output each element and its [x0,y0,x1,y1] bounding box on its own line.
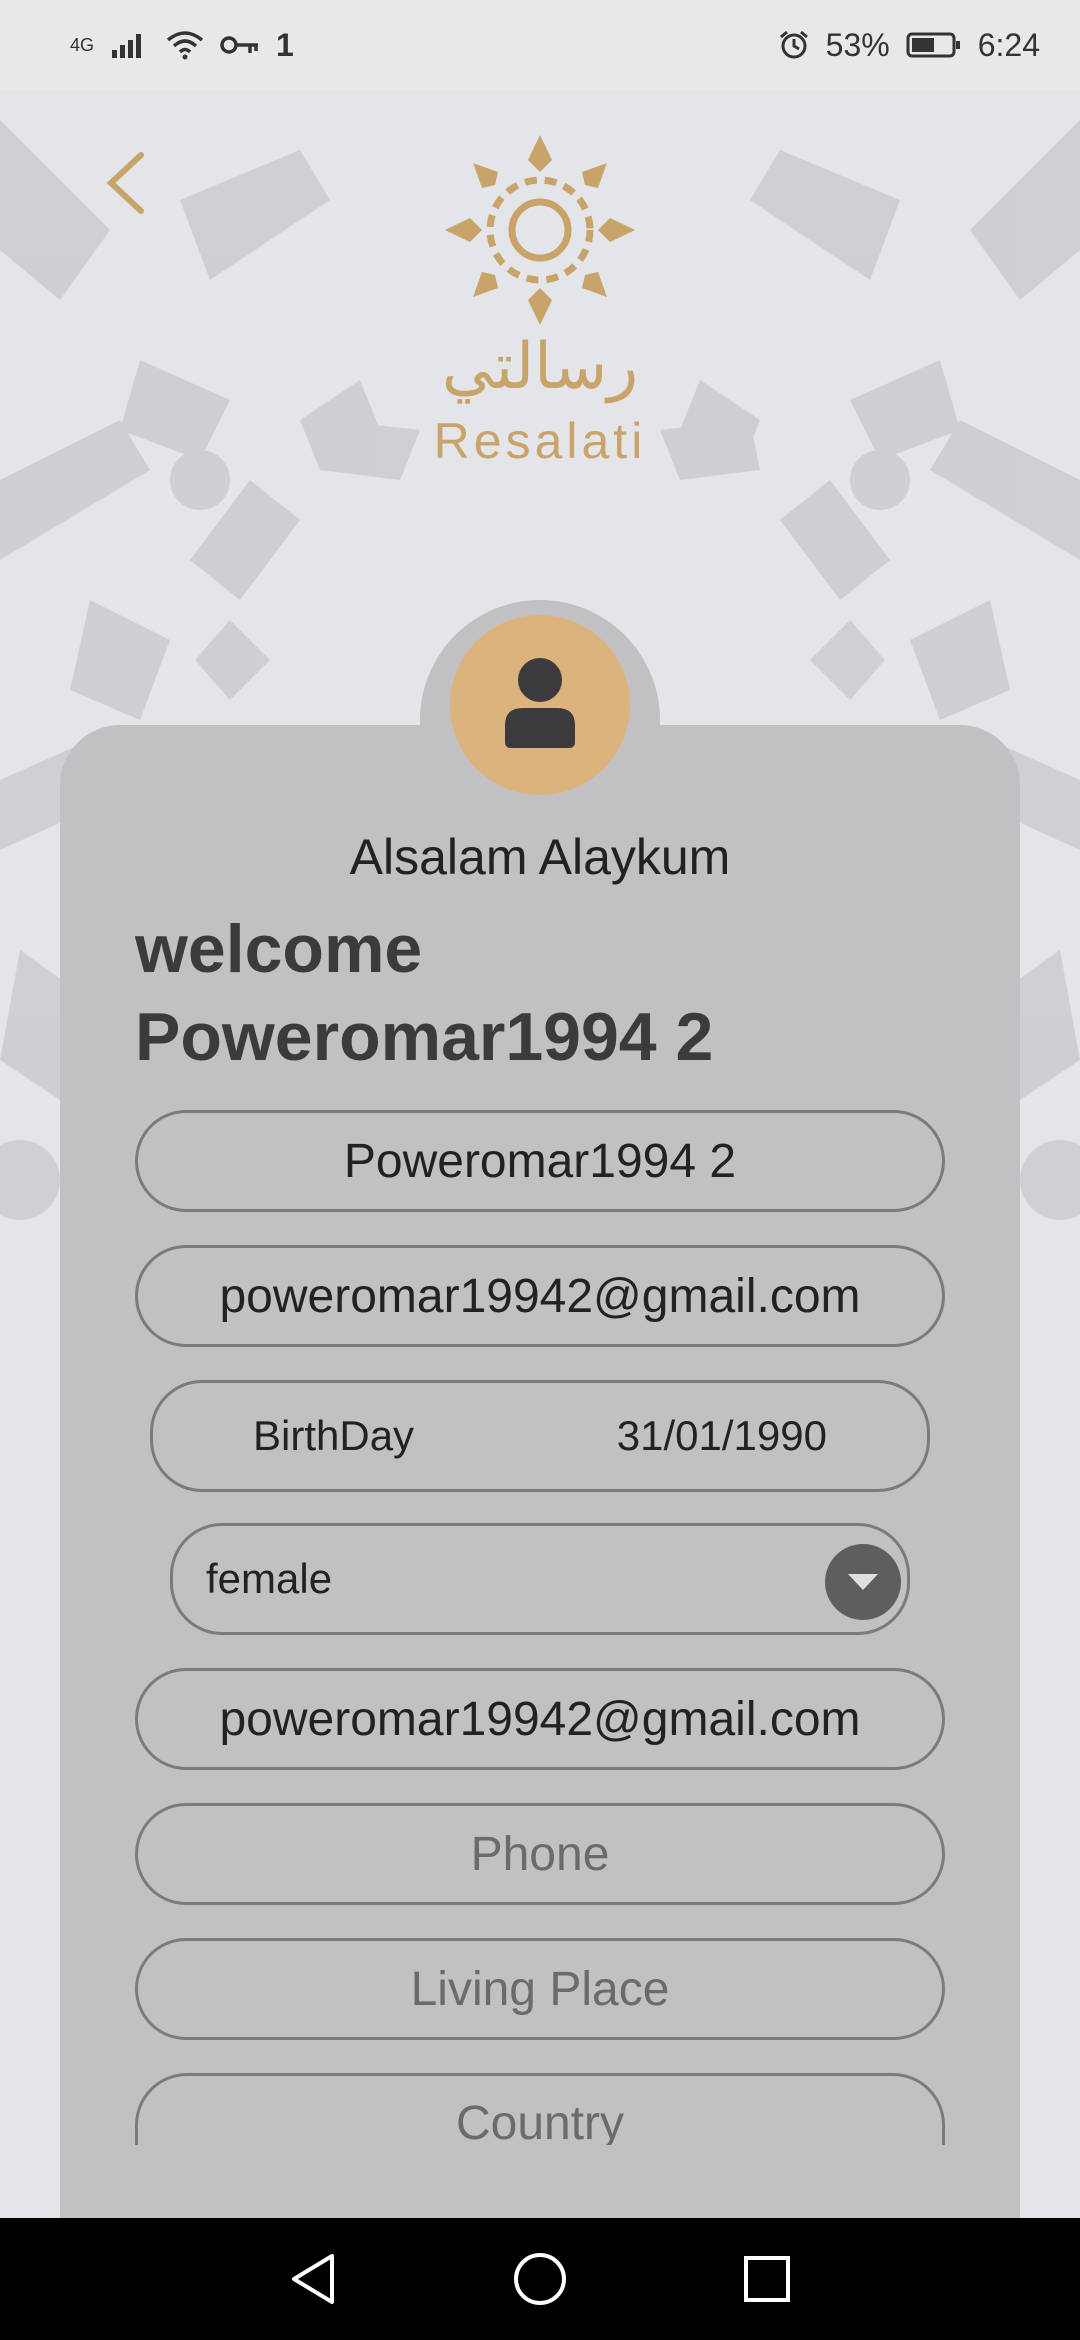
logo-emblem-icon [445,135,635,325]
clock: 6:24 [977,26,1040,63]
email-value: poweromar19942@gmail.com [219,1269,861,1323]
status-bar: 4G 1 53% 6:24 [0,0,1080,90]
country-placeholder: Country [455,2097,625,2145]
sim-indicator: 1 [276,26,294,63]
nav-recents-button[interactable] [727,2239,807,2319]
status-left: 4G 1 [70,27,294,64]
gender-value: female [206,1555,333,1602]
username-field[interactable]: Poweromar1994 2 [135,1110,945,1212]
email-field[interactable]: poweromar19942@gmail.com [135,1245,945,1347]
nav-back-button[interactable] [273,2239,353,2319]
wifi-icon [166,31,204,60]
system-nav-bar [0,2218,1080,2340]
secondary-email-field[interactable]: poweromar19942@gmail.com [135,1668,945,1770]
gender-select[interactable]: female [170,1523,910,1635]
network-type: 4G [70,34,95,55]
square-recents-icon [743,2256,790,2302]
nav-home-button[interactable] [500,2239,580,2319]
welcome-line-1: welcome [135,911,423,987]
logo-latin-text: Resalati [433,413,647,469]
avatar[interactable] [450,615,630,795]
birthday-field[interactable]: BirthDay 31/01/1990 [150,1380,930,1492]
phone-placeholder: Phone [470,1827,610,1881]
living-place-field[interactable]: Living Place [135,1938,945,2040]
circle-home-icon [513,2253,566,2305]
signal-icon [112,34,142,58]
secondary-email-value: poweromar19942@gmail.com [219,1692,861,1746]
logo-arabic-text: رسالتي [441,330,639,404]
dropdown-button[interactable] [825,1544,901,1620]
birthday-label: BirthDay [253,1412,415,1459]
alarm-icon [779,30,808,59]
welcome-line-2: Poweromar1994 2 [135,999,714,1075]
app-logo: رسالتي Resalati [420,130,660,480]
status-right: 53% 6:24 [778,27,1040,64]
birthday-value: 31/01/1990 [616,1412,827,1459]
phone-field[interactable]: Phone [135,1803,945,1905]
battery-icon [906,32,960,58]
living-place-placeholder: Living Place [410,1962,670,2016]
welcome-heading: welcome Poweromar1994 2 [135,905,995,1081]
triangle-back-icon [292,2254,335,2304]
country-field[interactable]: Country [135,2073,945,2145]
greeting-text: Alsalam Alaykum [349,829,731,885]
chevron-left-icon [106,151,144,214]
username-value: Poweromar1994 2 [343,1134,737,1188]
key-icon [220,36,259,54]
back-button[interactable] [95,145,155,220]
battery-percent: 53% [825,26,890,63]
caret-down-icon [848,1574,878,1590]
person-icon [505,658,575,748]
